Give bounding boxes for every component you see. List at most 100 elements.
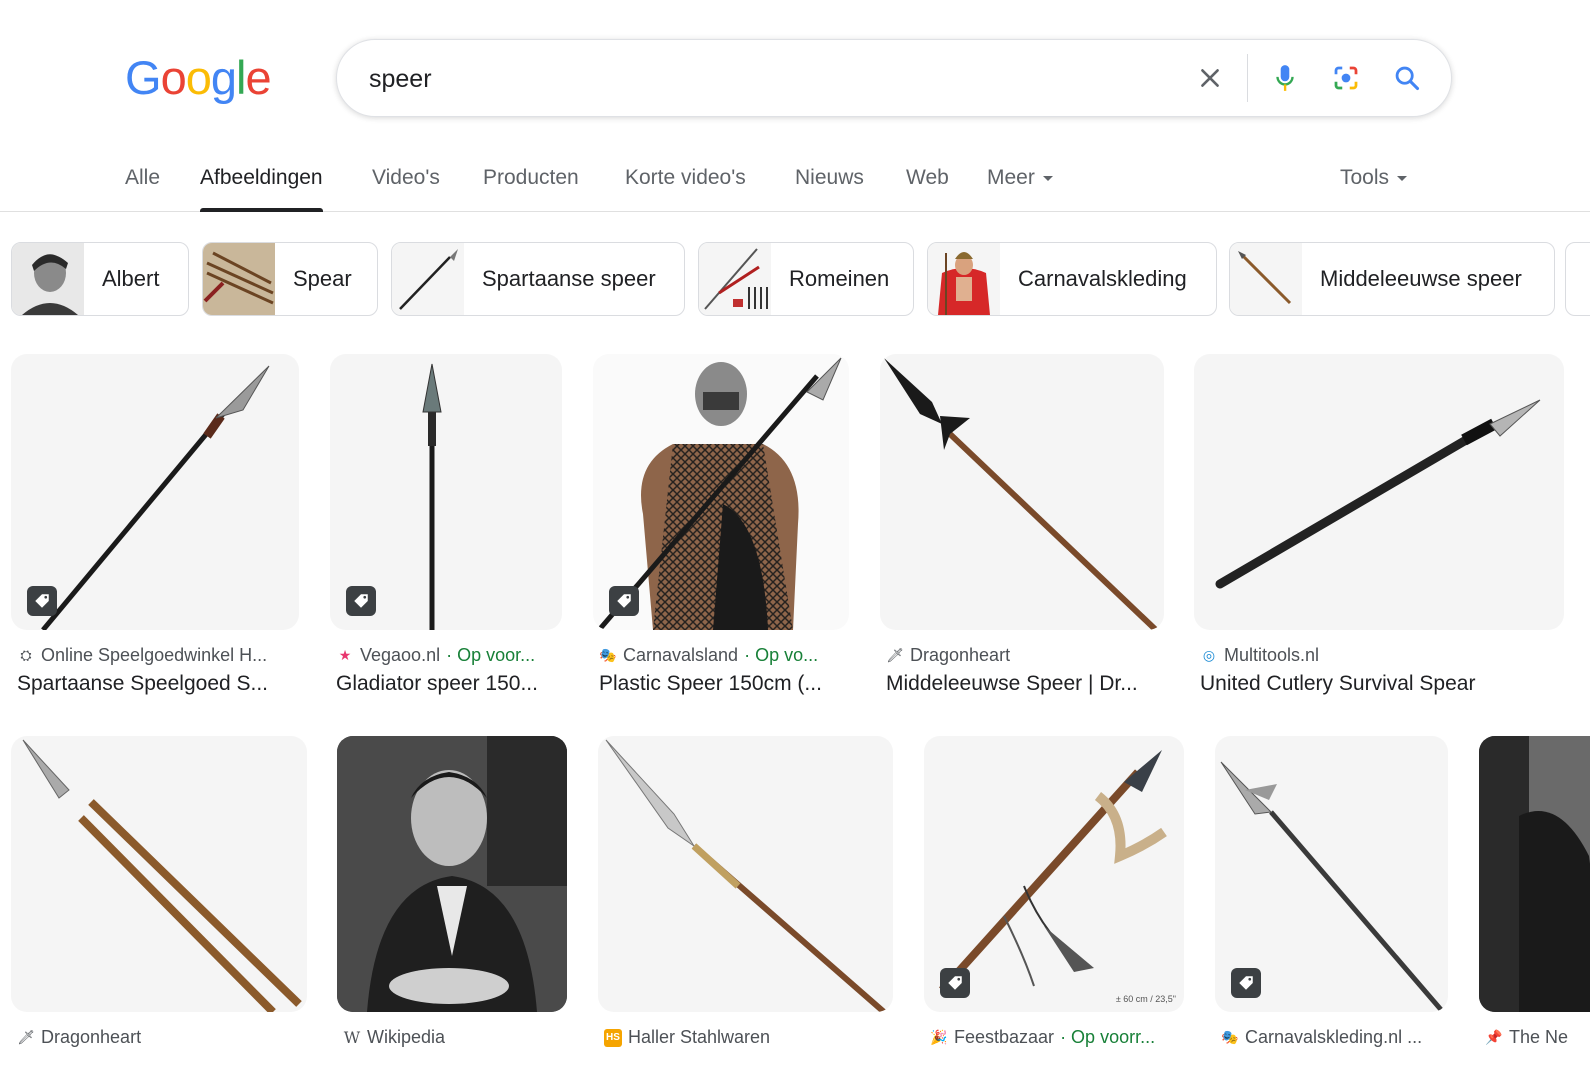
image-result[interactable]: ★ Vegaoo.nl · Op voor... Gladiator speer 1… [330,354,563,699]
source-name: Carnavalsland [623,645,739,665]
source-name: The Ne [1509,1027,1569,1047]
photo-image [1479,736,1590,1012]
spear-image [1215,399,1541,589]
product-tag-badge [609,586,639,616]
source-name: Haller Stahlwaren [628,1027,771,1047]
search-button[interactable] [1387,58,1427,98]
search-input[interactable] [367,58,1171,100]
tools-button[interactable]: Tools [1340,166,1408,190]
tab-meer[interactable]: Meer [987,166,1053,190]
result-image [598,736,893,1012]
chip-spartaanse-speer[interactable]: Spartaanse speer [391,242,685,316]
chip-thumbnail [699,243,771,315]
image-result[interactable]: 📌 The Ne [1479,736,1590,1075]
source-name: Dragonheart [910,645,1011,665]
result-image [11,736,307,1012]
chip-label: Spartaanse speer [482,266,656,291]
sword-icon: 🗡 [886,647,904,663]
source-extra: · Op vo... [744,645,819,665]
result-image [1215,736,1448,1012]
result-image [330,354,562,630]
pin-icon: 📌 [1485,1029,1503,1045]
result-source: 📌 The Ne [1485,1027,1590,1048]
image-caption: ± 60 cm / 23,5" [1115,994,1176,1004]
source-name: Online Speelgoedwinkel H... [41,645,268,665]
image-result[interactable]: ± 60 cm / 23,5" 🎉 Feestbazaar · Op voorr..… [924,736,1185,1075]
voice-search-button[interactable] [1265,58,1305,98]
close-icon [1201,69,1219,87]
chip-thumbnail [12,243,84,315]
hs-icon: HS [604,1028,622,1047]
result-image [593,354,849,630]
result-image [880,354,1164,630]
result-image [337,736,567,1012]
source-name: Dragonheart [41,1027,142,1047]
tab-nieuws[interactable]: Nieuws [795,166,864,190]
result-source: ◎ Multitools.nl [1200,645,1564,666]
chip-thumbnail [1230,243,1302,315]
tab-afbeeldingen[interactable]: Afbeeldingen [200,166,323,212]
image-result[interactable]: ◎ Multitools.nl United Cutlery Survival S… [1194,354,1564,699]
image-result[interactable]: W Wikipedia [337,736,568,1075]
chip-label: Middeleeuwse speer [1320,266,1522,291]
result-image [11,354,299,630]
chip-more[interactable] [1565,242,1590,316]
spear-image [22,739,302,1012]
tab-videos[interactable]: Video's [372,166,440,190]
mask-icon: 🎭 [599,647,617,663]
logo-letter: o [160,51,187,104]
result-source: 🎭 Carnavalsland · Op vo... [599,645,849,666]
result-source: ⛭ Online Speelgoedwinkel H... [17,645,301,666]
source-name: Vegaoo.nl [360,645,441,665]
google-logo[interactable]: Google [125,50,272,105]
chip-spear[interactable]: Spear [202,242,378,316]
product-tag-badge [1231,968,1261,998]
party-icon: 🎉 [930,1029,948,1045]
chevron-down-icon [1397,175,1408,181]
tab-meer-label: Meer [987,166,1035,189]
tag-icon [1239,976,1253,990]
source-name: Wikipedia [367,1027,446,1047]
result-title[interactable]: Plastic Speer 150cm (... [599,672,849,696]
product-tag-badge [27,586,57,616]
search-icon [1395,66,1420,91]
portrait-image [337,736,567,1012]
chip-romeinen[interactable]: Romeinen [698,242,914,316]
result-title[interactable]: United Cutlery Survival Spear [1200,672,1564,696]
chip-middeleeuwse-speer[interactable]: Middeleeuwse speer [1229,242,1555,316]
chip-thumbnail [928,243,1000,315]
mask-icon: 🎭 [1221,1029,1239,1045]
tag-icon [617,594,631,608]
tab-producten[interactable]: Producten [483,166,579,190]
tab-korte-videos[interactable]: Korte video's [625,166,746,190]
chip-albert[interactable]: Albert [11,242,189,316]
search-divider [1247,54,1248,102]
result-title[interactable]: Spartaanse Speelgoed S... [17,672,301,696]
tab-web[interactable]: Web [906,166,949,190]
chevron-down-icon [1042,175,1053,181]
result-title[interactable]: Gladiator speer 150... [336,672,562,696]
product-tag-badge [940,968,970,998]
source-extra: · Op voor... [446,645,536,665]
image-result[interactable]: 🗡 Dragonheart [11,736,308,1075]
result-title[interactable]: Middeleeuwse Speer | Dr... [886,672,1164,696]
clear-button[interactable] [1190,58,1230,98]
search-box [336,39,1452,117]
chip-thumbnail [203,243,275,315]
image-result[interactable]: 🎭 Carnavalskleding.nl ... [1215,736,1449,1075]
image-result[interactable]: HS Haller Stahlwaren [598,736,894,1075]
image-result[interactable]: ⛭ Online Speelgoedwinkel H... Spartaanse … [11,354,301,699]
result-source: 🎭 Carnavalskleding.nl ... [1221,1027,1449,1048]
tab-alle[interactable]: Alle [125,166,160,190]
result-image [1479,736,1590,1012]
image-result[interactable]: 🎭 Carnavalsland · Op vo... Plastic Speer 1… [593,354,850,699]
product-tag-badge [346,586,376,616]
chip-carnavalskleding[interactable]: Carnavalskleding [927,242,1217,316]
shop-icon: ⛭ [20,647,32,663]
lens-search-button[interactable] [1326,58,1366,98]
tools-label: Tools [1340,166,1390,189]
chip-label: Spear [293,266,352,291]
result-source: ★ Vegaoo.nl · Op voor... [336,645,562,666]
image-result[interactable]: 🗡 Dragonheart Middeleeuwse Speer | Dr... [880,354,1165,699]
tag-icon [948,976,962,990]
